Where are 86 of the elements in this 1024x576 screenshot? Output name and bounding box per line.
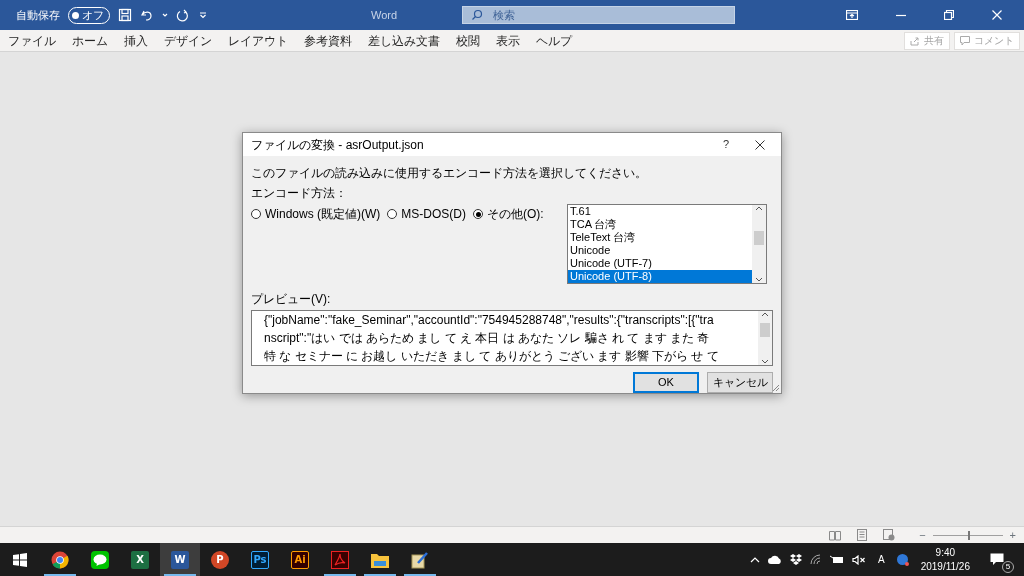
autosave-label: 自動保存 — [16, 7, 60, 23]
preview-text: nscript":"はい では あらため まし て え 本日 は あなた ソレ 騙さ れ て ます また 奇 — [264, 330, 711, 347]
ribbon-tab[interactable]: ホーム — [64, 31, 116, 50]
list-item[interactable]: T.61 — [568, 205, 752, 218]
ribbon-tab[interactable]: 表示 — [488, 31, 528, 50]
word-icon: W — [171, 550, 189, 569]
ribbon-tab[interactable]: ヘルプ — [528, 31, 580, 50]
preview-label: プレビュー(V): — [251, 291, 332, 308]
taskbar-app[interactable]: X — [120, 543, 160, 576]
list-item[interactable]: TeleText 台湾 — [568, 231, 752, 244]
chrome-icon — [51, 550, 69, 569]
ime-indicator[interactable]: A — [878, 552, 885, 567]
search-field[interactable]: 検索 — [491, 7, 727, 23]
ribbon-tab[interactable]: 参考資料 — [296, 31, 360, 50]
undo-icon[interactable] — [140, 8, 154, 22]
folder-icon — [371, 551, 389, 568]
windows-logo-icon — [13, 552, 27, 567]
web-layout-icon[interactable] — [883, 529, 896, 541]
redo-icon[interactable] — [176, 8, 190, 22]
taskbar-app[interactable]: P — [200, 543, 240, 576]
cancel-button[interactable]: キャンセル — [707, 372, 773, 393]
list-item[interactable]: Unicode — [568, 244, 752, 257]
message-icon — [990, 553, 1004, 566]
radio-option[interactable]: Windows (既定値)(W) — [251, 205, 381, 223]
scroll-up-icon[interactable] — [761, 311, 769, 317]
radio-option[interactable]: その他(O): — [473, 205, 544, 223]
taskbar-app[interactable]: Ps — [240, 543, 280, 576]
pdf-icon — [331, 550, 349, 569]
ok-button[interactable]: OK — [633, 372, 699, 393]
encoding-label: エンコード方法： — [251, 185, 348, 202]
preview-text: 特 な セミナー に お越し いただき まし て ありがとう ござい ます 影響 下がら せ て — [264, 348, 720, 365]
scroll-up-icon[interactable] — [755, 205, 763, 211]
illustrator-icon: Ai — [291, 550, 309, 569]
chevron-up-icon[interactable] — [750, 556, 760, 563]
ribbon-tab[interactable]: 挿入 — [116, 31, 156, 50]
notepad-pencil-icon — [411, 550, 429, 569]
radio-option[interactable]: MS-DOS(D) — [387, 205, 466, 223]
zoom-out-button[interactable]: − — [919, 526, 926, 544]
excel-icon: X — [131, 550, 149, 569]
dialog-title: ファイルの変換 - asrOutput.json — [251, 136, 424, 154]
wifi-icon[interactable] — [810, 554, 822, 565]
scroll-down-icon[interactable] — [761, 359, 769, 365]
cloud-icon[interactable] — [768, 555, 782, 564]
ribbon-tab[interactable]: レイアウト — [220, 31, 296, 50]
save-icon[interactable] — [118, 8, 132, 22]
instruction-text: このファイルの読み込みに使用するエンコード方法を選択してください。 — [251, 165, 648, 182]
list-item[interactable]: Unicode (UTF-7) — [568, 257, 752, 270]
restore-icon[interactable] — [944, 10, 954, 20]
scrollbar[interactable] — [758, 311, 772, 365]
taskbar-app[interactable]: Ai — [280, 543, 320, 576]
customize-caret-icon[interactable] — [198, 10, 208, 20]
print-layout-icon[interactable] — [857, 529, 868, 541]
scrollbar[interactable] — [752, 205, 766, 283]
scroll-down-icon[interactable] — [755, 277, 763, 283]
scroll-thumb[interactable] — [760, 323, 770, 337]
status-dot-icon[interactable] — [896, 553, 909, 566]
share-icon — [910, 35, 920, 46]
notification-count: 5 — [1002, 560, 1014, 573]
zoom-in-button[interactable]: + — [1009, 526, 1016, 544]
ribbon-tab[interactable]: 校閲 — [448, 31, 488, 50]
ribbon-tab[interactable]: 差し込み文書 — [360, 31, 448, 50]
list-item[interactable]: Unicode (UTF-8) — [568, 270, 752, 283]
scroll-thumb[interactable] — [754, 231, 764, 245]
read-mode-icon[interactable] — [829, 529, 842, 541]
chat-bubble-icon — [91, 550, 109, 569]
taskbar-app[interactable]: W — [160, 543, 200, 576]
notifications-button[interactable]: 5 — [990, 548, 1012, 571]
ribbon-tab[interactable]: デザイン — [156, 31, 220, 50]
box-icon[interactable] — [790, 554, 802, 565]
ribbon-display-icon[interactable] — [846, 10, 858, 20]
preview-text: {"jobName":"fake_Seminar","accountId":"754945288748","results":{"transcripts":[{"tra — [264, 312, 715, 329]
encoding-list[interactable]: T.61 TCA 台湾 TeleText 台湾 Unicode Unicode (UTF-7) Unicode (UTF-8) — [567, 204, 767, 284]
app-title: Word — [371, 7, 398, 23]
list-item[interactable]: TCA 台湾 — [568, 218, 752, 231]
comment-icon — [960, 35, 970, 46]
search-bar[interactable]: 検索 — [462, 6, 736, 24]
powerpoint-icon: P — [211, 550, 229, 569]
muted-speaker-icon[interactable] — [852, 554, 866, 565]
resize-grip-icon[interactable] — [772, 384, 780, 392]
ribbon-tab[interactable]: ファイル — [0, 31, 64, 50]
search-icon — [471, 9, 484, 21]
close-icon[interactable] — [755, 139, 765, 150]
clock-date[interactable]: 2019/11/26 — [920, 559, 970, 574]
help-button[interactable]: ? — [722, 136, 729, 153]
photoshop-icon: Ps — [251, 550, 269, 569]
clock-time[interactable]: 9:40 — [935, 545, 956, 560]
